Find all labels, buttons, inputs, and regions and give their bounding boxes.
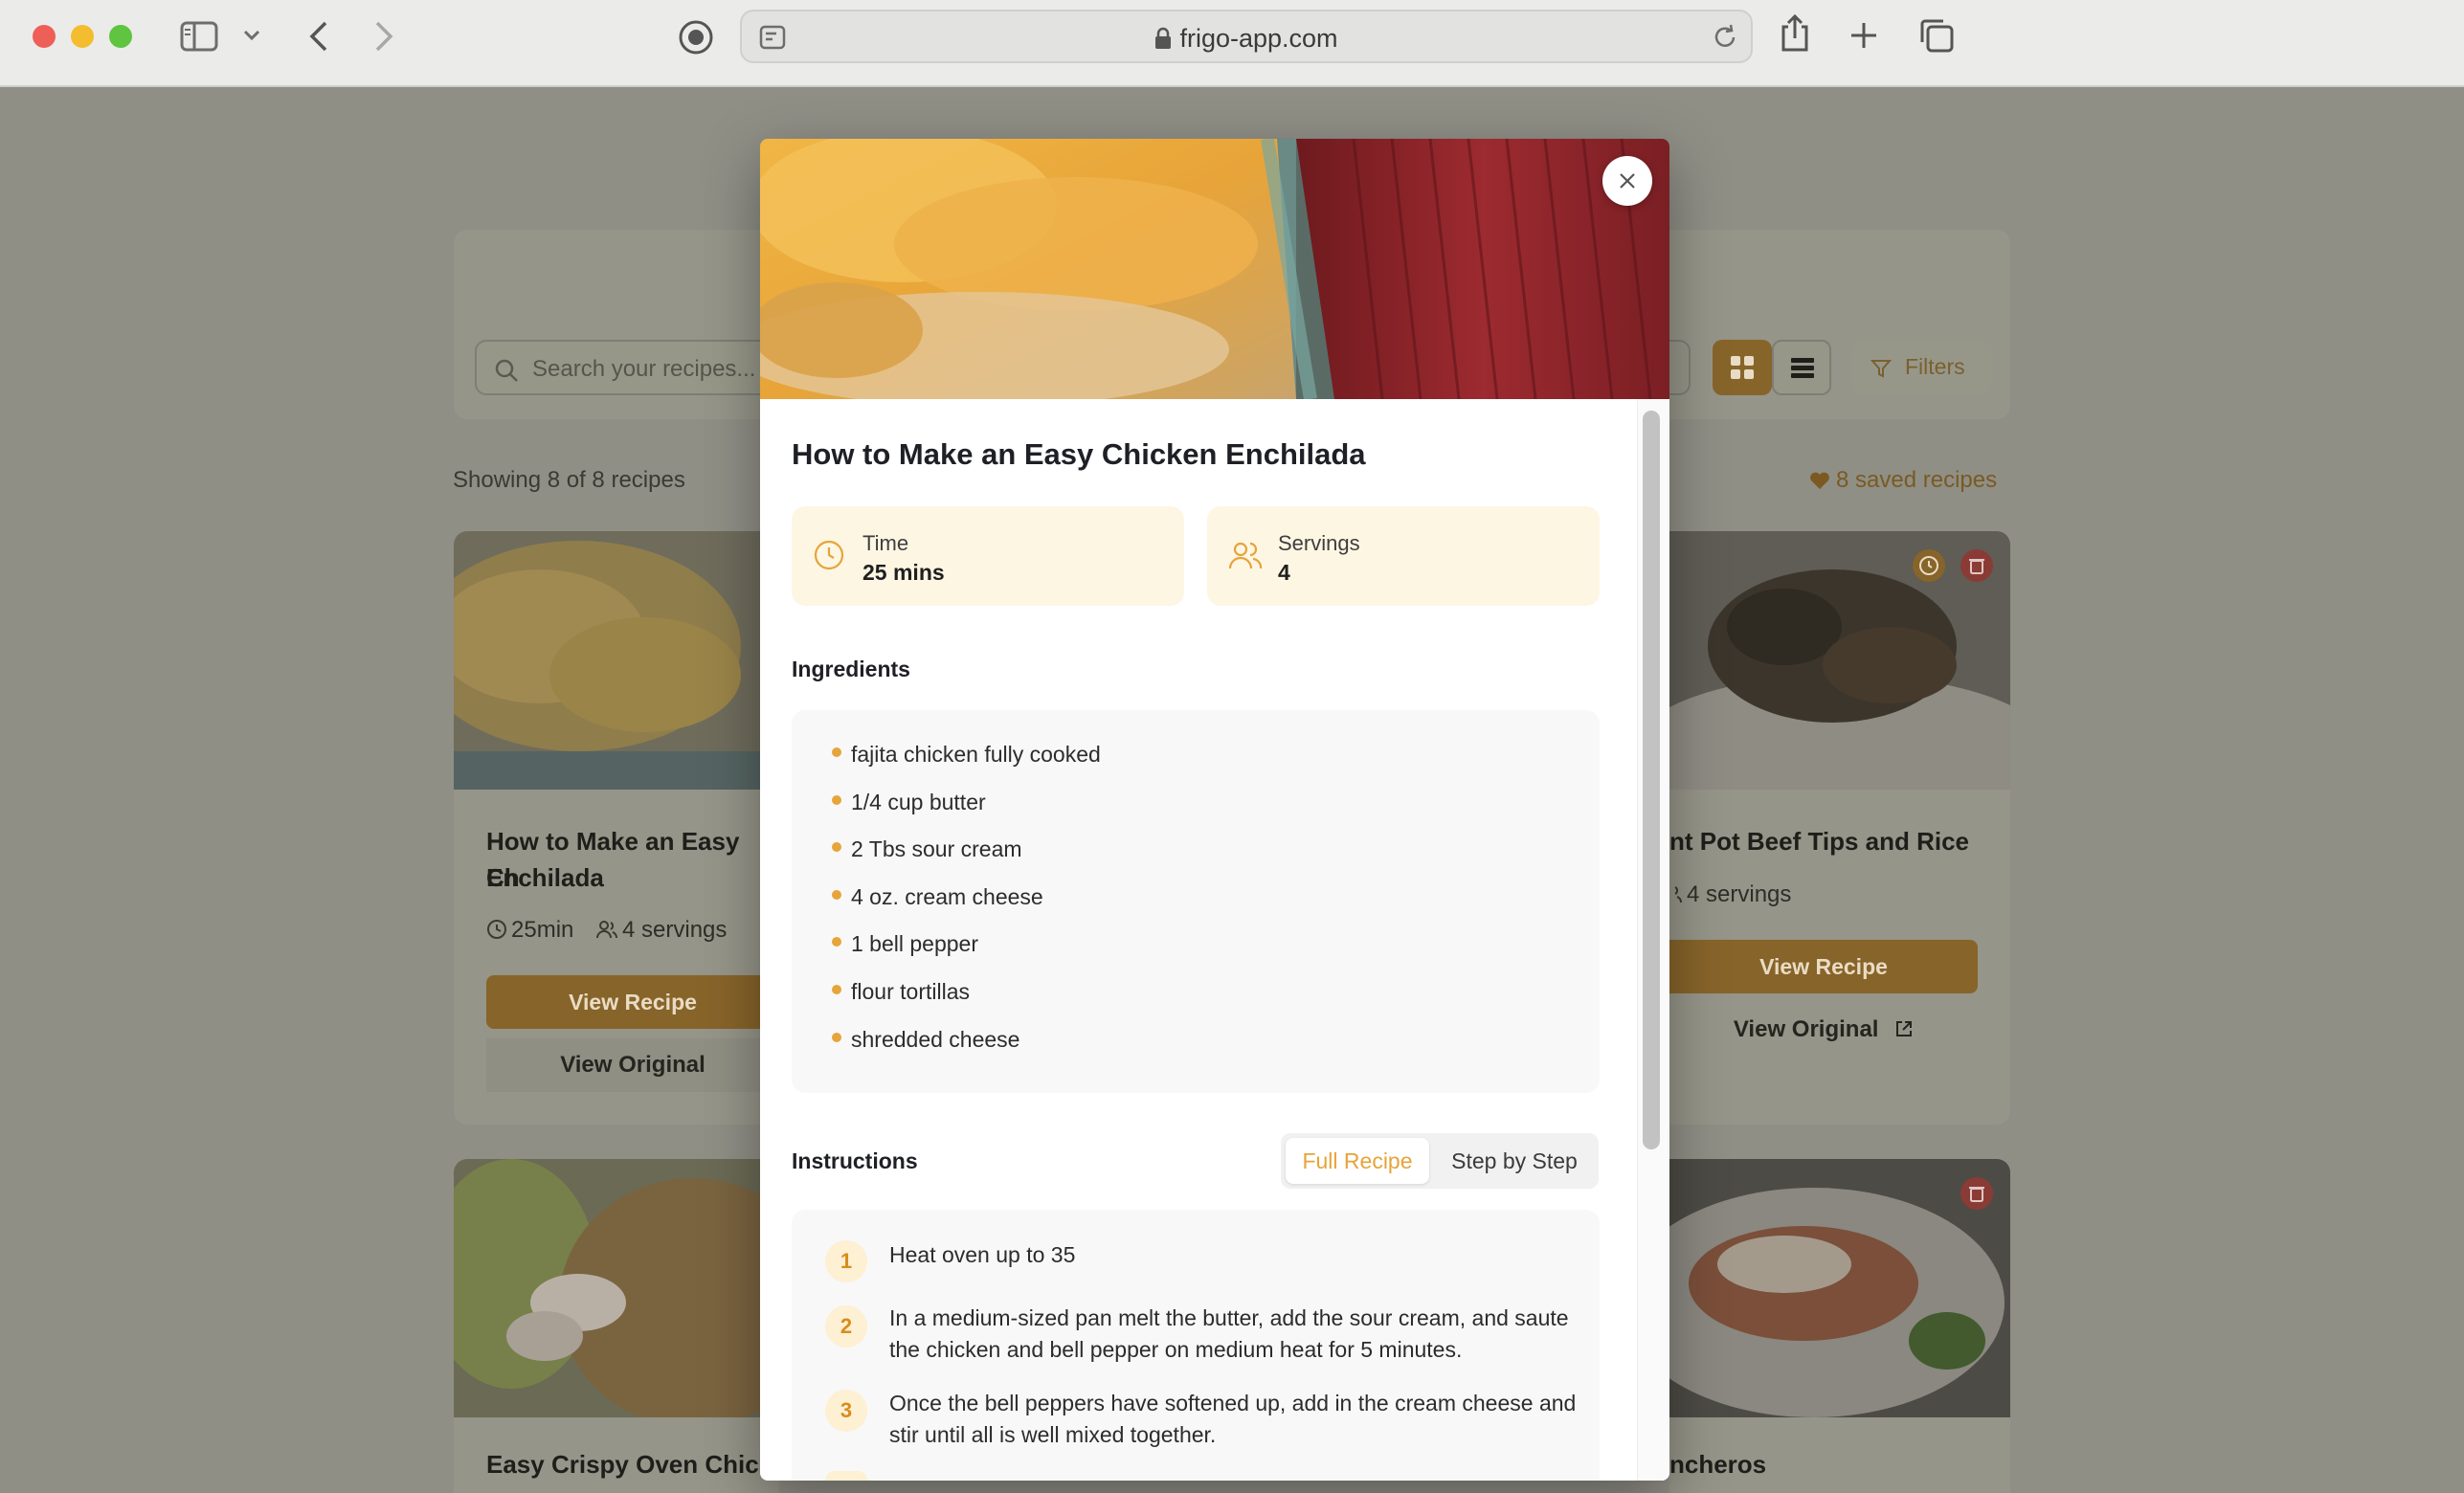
search-placeholder: Search your recipes... — [532, 356, 756, 382]
search-icon — [495, 359, 518, 382]
reader-icon[interactable] — [678, 19, 714, 56]
close-window-button[interactable] — [33, 25, 56, 48]
ingredient-bullet — [832, 937, 841, 947]
delete-icon[interactable] — [1960, 1176, 1994, 1211]
people-icon — [1674, 886, 1682, 903]
modal-recipe-title: How to Make an Easy Chicken Enchilada — [792, 437, 1366, 471]
recipe-card[interactable]: nt Pot Beef Tips and Rice 4 servings Vie… — [1669, 531, 2010, 1125]
ingredient-bullet — [832, 1033, 841, 1042]
modal-scrollbar-thumb[interactable] — [1643, 411, 1660, 1149]
recipe-card[interactable]: Easy Crispy Oven Chick — [454, 1159, 779, 1493]
servings-stat-card: Servings 4 — [1207, 506, 1600, 606]
close-modal-button[interactable] — [1602, 156, 1652, 206]
recipe-card-servings-value: 4 servings — [1687, 881, 1792, 907]
filter-icon — [1870, 360, 1892, 378]
step-number: 1 — [825, 1240, 867, 1282]
recipe-card[interactable]: How to Make an Easy Ch Enchilada 25min 4… — [454, 531, 779, 1125]
ingredient-item: flour tortillas — [851, 979, 970, 1004]
view-recipe-button[interactable]: View Recipe — [1669, 940, 1978, 993]
ingredient-item: 2 Tbs sour cream — [851, 836, 1022, 861]
instructions-tabs: Full Recipe Step by Step — [1281, 1133, 1599, 1189]
recipe-card-image — [454, 1159, 779, 1417]
recipe-card[interactable]: ncheros — [1669, 1159, 2010, 1493]
clock-icon — [487, 920, 506, 939]
step-text: In a medium-sized pan melt the butter, a… — [889, 1305, 1569, 1362]
recipe-modal: How to Make an Easy Chicken Enchilada Ti… — [760, 139, 1669, 1481]
delete-icon[interactable] — [1960, 548, 1994, 583]
filters-label: Filters — [1905, 354, 1965, 379]
recipe-card-title: ncheros — [1669, 1450, 1767, 1479]
back-icon[interactable] — [306, 19, 329, 54]
address-bar[interactable]: frigo-app.com — [740, 10, 1753, 63]
ingredients-heading: Ingredients — [792, 657, 910, 681]
results-count: Showing 8 of 8 recipes — [453, 467, 685, 493]
tab-step-by-step[interactable]: Step by Step — [1434, 1138, 1595, 1184]
recipe-card-servings: 4 servings — [595, 917, 727, 944]
view-original-label: View Original — [1733, 1016, 1879, 1042]
ingredient-bullet — [832, 747, 841, 757]
people-icon — [1228, 542, 1263, 569]
time-label: Time — [862, 531, 909, 555]
ingredient-bullet — [832, 985, 841, 994]
view-original-link[interactable]: View Original — [486, 1038, 779, 1092]
recipe-card-title: Easy Crispy Oven Chick — [486, 1450, 773, 1479]
ingredient-bullet — [832, 890, 841, 900]
time-stat-card: Time 25 mins — [792, 506, 1184, 606]
browser-toolbar: frigo-app.com — [0, 0, 2464, 87]
new-tab-icon[interactable] — [1849, 21, 1878, 50]
instructions-heading: Instructions — [792, 1148, 918, 1173]
url-text: frigo-app.com — [742, 24, 1751, 54]
share-icon[interactable] — [1779, 13, 1811, 54]
recipe-hero-image — [760, 139, 1669, 399]
recipe-card-servings: 4 servings — [1669, 881, 1791, 908]
recipe-card-title: nt Pot Beef Tips and Rice — [1669, 827, 1970, 856]
ingredient-item: 4 oz. cream cheese — [851, 884, 1043, 909]
heart-icon — [1810, 472, 1829, 489]
step-text: Once the bell peppers have softened up, … — [889, 1391, 1577, 1447]
step-number-partial — [825, 1471, 867, 1481]
people-icon — [596, 921, 617, 939]
step-number: 3 — [825, 1390, 867, 1432]
ingredient-bullet — [832, 795, 841, 805]
saved-recipes-label: 8 saved recipes — [1836, 467, 1998, 493]
tab-overview-icon[interactable] — [1918, 17, 1955, 54]
maximize-window-button[interactable] — [109, 25, 132, 48]
recipe-card-time-value: 25min — [511, 917, 574, 943]
ingredient-item: 1 bell pepper — [851, 931, 978, 956]
close-icon — [1620, 173, 1635, 189]
servings-value: 4 — [1278, 560, 1290, 585]
grid-view-button[interactable] — [1713, 340, 1772, 395]
clock-icon — [814, 540, 844, 570]
view-original-link[interactable]: View Original — [1669, 1003, 1978, 1057]
ingredient-bullet — [832, 842, 841, 852]
external-link-icon — [1896, 1021, 1913, 1036]
chevron-down-icon[interactable] — [243, 29, 260, 42]
servings-label: Servings — [1278, 531, 1360, 555]
view-recipe-button[interactable]: View Recipe — [486, 975, 779, 1029]
sidebar-toggle-icon[interactable] — [180, 21, 218, 52]
forward-icon[interactable] — [373, 19, 396, 54]
ingredient-item: shredded cheese — [851, 1027, 1020, 1052]
step-number: 2 — [825, 1305, 867, 1348]
ingredient-item: 1/4 cup butter — [851, 790, 986, 814]
tab-full-recipe[interactable]: Full Recipe — [1286, 1138, 1429, 1184]
list-icon — [1791, 358, 1814, 378]
clock-badge-icon[interactable] — [1912, 548, 1946, 583]
filters-button[interactable]: Filters — [1851, 340, 1991, 395]
recipe-card-time: 25min — [486, 917, 573, 944]
recipe-card-image — [454, 531, 779, 790]
step-text: Heat oven up to 35 — [889, 1242, 1076, 1267]
ingredient-item: fajita chicken fully cooked — [851, 742, 1101, 767]
recipe-card-title-line2: Enchilada — [486, 863, 604, 892]
minimize-window-button[interactable] — [71, 25, 94, 48]
url-label: frigo-app.com — [1179, 24, 1338, 53]
grid-icon — [1731, 356, 1754, 379]
recipe-card-servings-value: 4 servings — [622, 917, 728, 943]
saved-recipes-count[interactable]: 8 saved recipes — [1809, 467, 1997, 494]
lock-icon — [1155, 27, 1172, 49]
list-view-button[interactable] — [1772, 340, 1831, 395]
reload-icon[interactable] — [1711, 23, 1739, 52]
time-value: 25 mins — [862, 560, 945, 585]
ingredients-list: fajita chicken fully cooked 1/4 cup butt… — [792, 710, 1600, 1093]
